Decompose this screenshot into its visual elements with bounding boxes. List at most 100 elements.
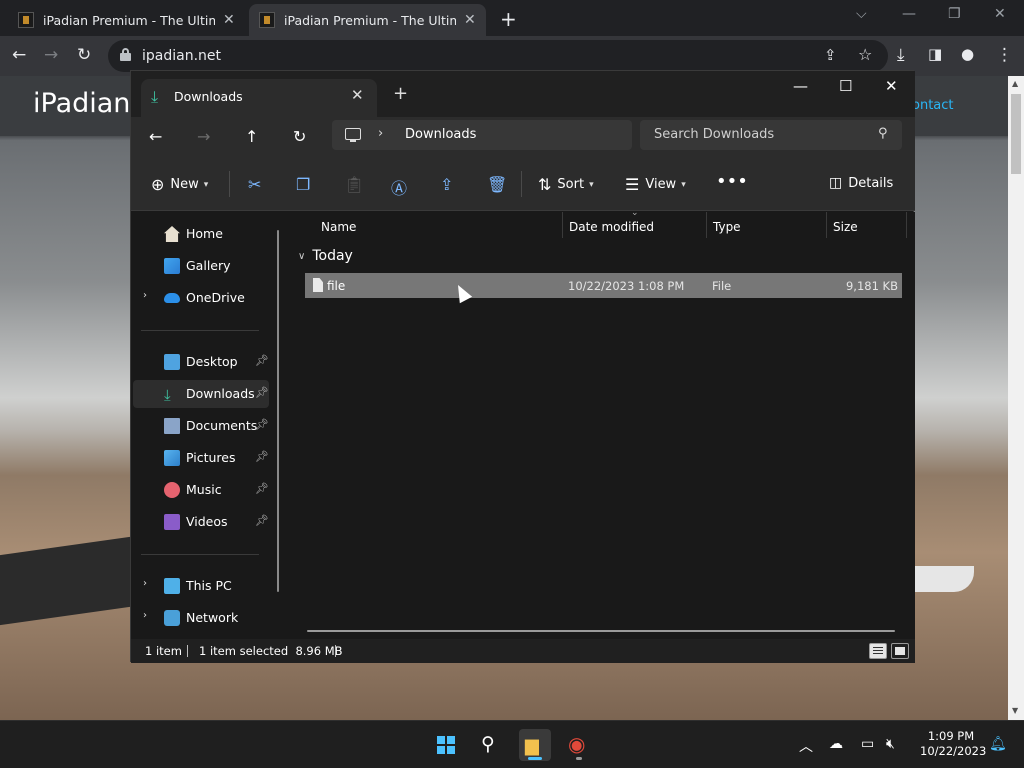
page-scroll-thumb[interactable] (1011, 94, 1021, 174)
site-logo[interactable]: iPadian (33, 88, 130, 119)
restore-icon[interactable]: ❐ (948, 6, 961, 22)
menu-kebab-icon[interactable]: ⋮ (996, 45, 1013, 65)
url-text[interactable]: ipadian.net (142, 48, 221, 64)
onedrive-tray-icon[interactable]: ☁ (829, 736, 843, 752)
column-header-date[interactable]: Date modified (569, 220, 654, 234)
cut-icon[interactable]: ✂ (248, 175, 261, 194)
nav-item-this-pc[interactable]: › This PC (133, 572, 269, 600)
nav-item-gallery[interactable]: Gallery (133, 252, 269, 280)
close-tab-icon[interactable]: ✕ (464, 12, 476, 28)
close-tab-icon[interactable]: ✕ (351, 86, 364, 104)
maximize-icon[interactable]: ☐ (839, 77, 852, 95)
close-window-icon[interactable]: ✕ (885, 77, 898, 95)
this-pc-icon[interactable] (345, 128, 361, 142)
search-input[interactable]: Search Downloads ⚲ (640, 120, 902, 150)
side-panel-icon[interactable]: ◨ (928, 45, 942, 63)
share-icon[interactable]: ⇪ (824, 46, 837, 64)
nav-item-pictures[interactable]: Pictures 📌︎ (133, 444, 269, 472)
nav-item-videos[interactable]: Videos 📌︎ (133, 508, 269, 536)
address-bar[interactable]: ipadian.net ⇪ ☆ (108, 40, 888, 72)
start-button[interactable] (430, 729, 462, 761)
more-options-icon[interactable]: ••• (716, 171, 748, 192)
chrome-icon: ◉ (568, 732, 586, 756)
table-row[interactable]: file 10/22/2023 1:08 PM File 9,181 KB (305, 273, 902, 298)
network-tray-icon[interactable]: ▭ (861, 736, 874, 752)
nav-item-label: Home (186, 226, 223, 241)
share-icon[interactable]: ⇪ (440, 175, 453, 194)
rename-icon[interactable]: Ⓐ (391, 175, 407, 199)
nav-item-network[interactable]: › Network (133, 604, 269, 632)
horizontal-scrollbar[interactable] (307, 630, 895, 632)
column-divider[interactable] (826, 212, 827, 238)
file-explorer-window: ⤓ Downloads ✕ + — ☐ ✕ ← → ↑ ↻ › Download… (130, 70, 915, 663)
nav-item-home[interactable]: Home (133, 220, 269, 248)
new-tab-icon[interactable]: + (393, 83, 408, 104)
expand-chevron-icon[interactable]: › (143, 578, 147, 589)
refresh-icon[interactable]: ↻ (293, 127, 306, 146)
delete-icon[interactable]: 🗑︎ (487, 175, 507, 194)
bookmark-star-icon[interactable]: ☆ (858, 45, 872, 64)
gallery-icon (164, 258, 180, 274)
up-icon[interactable]: ↑ (245, 127, 258, 146)
close-window-icon[interactable]: ✕ (994, 6, 1006, 22)
explorer-tab-downloads[interactable]: ⤓ Downloads ✕ (141, 79, 377, 117)
paste-icon[interactable]: 📋︎ (344, 175, 364, 194)
collapse-chevron-icon[interactable]: ∨ (298, 251, 305, 262)
copy-icon[interactable]: ❐ (296, 175, 310, 194)
back-icon[interactable]: ← (149, 127, 162, 146)
status-item-count: 1 item (145, 644, 182, 658)
lock-icon[interactable] (120, 48, 131, 61)
nav-scrollbar[interactable] (277, 230, 279, 592)
site-nav-contact[interactable]: ontact (912, 98, 954, 113)
scroll-up-icon[interactable]: ▲ (1012, 79, 1018, 88)
column-divider[interactable] (706, 212, 707, 238)
nav-item-documents[interactable]: Documents 📌︎ (133, 412, 269, 440)
column-divider[interactable] (562, 212, 563, 238)
show-hidden-icons-chevron-icon[interactable]: ︿ (799, 736, 813, 756)
details-button[interactable]: ◫ Details (829, 175, 893, 191)
minimize-icon[interactable]: — (902, 6, 916, 22)
reload-icon[interactable]: ↻ (77, 45, 91, 65)
forward-icon[interactable]: → (197, 127, 210, 146)
search-button[interactable]: ⚲ (475, 729, 507, 761)
back-icon[interactable]: ← (12, 45, 26, 65)
nav-item-label: Downloads (186, 386, 255, 401)
column-divider[interactable] (906, 212, 907, 238)
new-tab-icon[interactable]: + (500, 7, 517, 31)
column-header-type[interactable]: Type (713, 220, 741, 234)
sort-button[interactable]: ⇅ Sort ▾ (538, 175, 594, 194)
nav-separator (141, 330, 259, 331)
minimize-icon[interactable]: — (793, 77, 808, 95)
details-view-icon[interactable] (869, 643, 887, 659)
volume-muted-icon[interactable]: 🔇︎ (886, 736, 895, 752)
view-button[interactable]: ☰ View ▾ (625, 175, 686, 194)
new-button[interactable]: ⊕ New ▾ (151, 175, 208, 194)
chrome-taskbar-button[interactable]: ◉ (563, 729, 595, 761)
clock[interactable]: 1:09 PM 10/22/2023 (920, 729, 986, 759)
breadcrumb-downloads[interactable]: Downloads (405, 127, 476, 142)
breadcrumb-bar[interactable]: › Downloads (332, 120, 632, 150)
group-header-today[interactable]: ∨ Today (298, 248, 353, 264)
large-icons-view-icon[interactable] (891, 643, 909, 659)
page-scrollbar[interactable]: ▲ ▼ (1008, 76, 1024, 720)
column-header-size[interactable]: Size (833, 220, 858, 234)
nav-item-desktop[interactable]: Desktop 📌︎ (133, 348, 269, 376)
forward-icon[interactable]: → (44, 45, 58, 65)
tab-search-chevron-icon[interactable]: ⌵ (856, 6, 867, 22)
column-header-name[interactable]: Name (321, 220, 356, 234)
browser-tab-2[interactable]: iPadian Premium - The Ultimate ✕ (249, 4, 486, 36)
browser-tab-1[interactable]: iPadian Premium - The Ultimate ✕ (8, 4, 245, 36)
nav-item-music[interactable]: Music 📌︎ (133, 476, 269, 504)
notification-bell-icon[interactable]: 🔔︎ (989, 736, 1007, 752)
chevron-right-icon[interactable]: › (378, 126, 383, 141)
nav-item-onedrive[interactable]: › OneDrive (133, 284, 269, 312)
profile-icon[interactable]: ● (961, 45, 974, 63)
file-explorer-taskbar-button[interactable]: ▆ (519, 729, 551, 761)
scroll-down-icon[interactable]: ▼ (1012, 706, 1018, 715)
close-tab-icon[interactable]: ✕ (223, 12, 235, 28)
file-date: 10/22/2023 1:08 PM (568, 279, 685, 293)
nav-item-downloads[interactable]: ⤓ Downloads 📌︎ (133, 380, 269, 408)
expand-chevron-icon[interactable]: › (143, 610, 147, 621)
download-icon[interactable]: ⤓ (897, 45, 905, 65)
expand-chevron-icon[interactable]: › (143, 290, 147, 301)
